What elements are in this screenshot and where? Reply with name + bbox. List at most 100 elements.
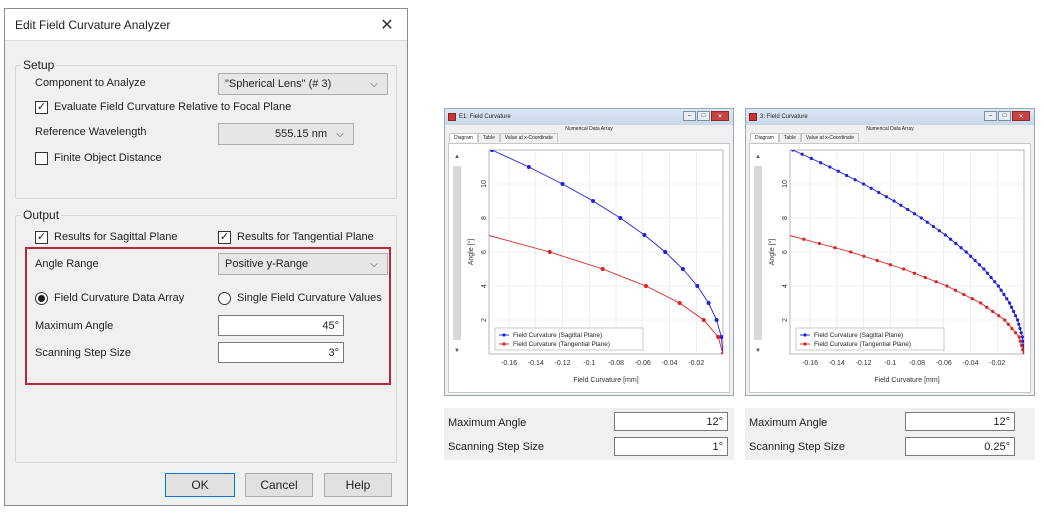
minimize-icon[interactable]: – (683, 111, 696, 121)
evaluate-focal-plane-row[interactable]: ✓ Evaluate Field Curvature Relative to F… (35, 98, 291, 116)
maximize-icon[interactable]: □ (697, 111, 710, 121)
sagittal-checkbox[interactable]: ✓ (35, 230, 48, 244)
angle-range-value: Positive y-Range (225, 258, 309, 270)
data-point (1019, 331, 1023, 335)
close-icon[interactable]: ✕ (711, 111, 729, 121)
sagittal-row[interactable]: ✓ Results for Sagittal Plane (35, 228, 178, 246)
step-size-label: Scanning Step Size (35, 347, 132, 359)
ref-wavelength-field[interactable]: 555.15 nm ⌵ (218, 123, 354, 145)
data-point (888, 263, 893, 267)
data-point (970, 297, 974, 301)
data-point (959, 246, 963, 250)
data-point (906, 207, 910, 212)
tangential-checkbox[interactable]: ✓ (218, 230, 231, 244)
evaluate-focal-plane-checkbox[interactable]: ✓ (35, 100, 48, 114)
data-point (982, 267, 986, 271)
x-tick-label: -0.14 (528, 360, 544, 367)
data-point (912, 212, 917, 216)
x-tick-label: -0.12 (856, 360, 872, 367)
ok-button[interactable]: OK (165, 473, 235, 497)
finite-object-row[interactable]: Finite Object Distance (35, 149, 162, 167)
radio-data-array[interactable] (35, 291, 48, 305)
data-point (892, 199, 896, 203)
tab-table[interactable]: Table (778, 133, 801, 142)
data-point (1011, 309, 1016, 314)
data-point (985, 271, 990, 275)
data-point (701, 318, 706, 322)
x-tick-label: -0.1 (884, 360, 896, 367)
step-size-input[interactable]: 3° (218, 342, 344, 363)
close-icon[interactable]: ✕ (1012, 111, 1030, 121)
finite-object-checkbox[interactable] (35, 151, 48, 165)
tangential-row[interactable]: ✓ Results for Tangential Plane (218, 228, 374, 246)
angle-range-select[interactable]: Positive y-Range ⌵ (218, 253, 388, 275)
evaluate-focal-plane-label: Evaluate Field Curvature Relative to Foc… (54, 101, 292, 113)
data-point (750, 225, 753, 228)
data-point (977, 263, 982, 267)
tab-diagram[interactable]: Diagram (449, 133, 478, 142)
x-tick-label: -0.16 (501, 360, 517, 367)
chart-window-1-titlebar: E1: Field Curvature – □ ✕ (445, 109, 733, 125)
data-point (999, 288, 1003, 292)
tab-value-at-x[interactable]: Value at x-Coordinate (800, 133, 859, 142)
data-point (1020, 335, 1024, 339)
data-point (973, 258, 977, 263)
y-tick-label: 8 (481, 216, 488, 220)
chart-2-step-input[interactable]: 0.25° (905, 437, 1015, 456)
data-point (802, 237, 806, 241)
data-point (1006, 322, 1010, 326)
help-button[interactable]: Help (324, 473, 392, 497)
angle-range-label: Angle Range (35, 258, 99, 270)
data-point (923, 275, 927, 280)
x-tick-label: -0.02 (989, 360, 1005, 367)
x-tick-label: -0.12 (555, 360, 571, 367)
radio-single-values[interactable] (218, 291, 231, 305)
data-point (1013, 331, 1018, 335)
numerical-data-array-label: Numerical Data Array (565, 126, 613, 132)
y-tick-label: 10 (782, 180, 789, 188)
legend-label: Field Curvature (Sagittal Plane) (513, 332, 602, 339)
data-point (828, 165, 832, 169)
tangential-label: Results for Tangential Plane (237, 231, 374, 243)
chart-window-1-tabs: Numerical Data Array Diagram Table Value… (445, 125, 733, 143)
chart-1-params: Maximum Angle 12° Scanning Step Size 1° (444, 408, 734, 460)
data-point (1017, 322, 1021, 326)
scroll-down-icon: ▼ (454, 348, 460, 354)
data-point (489, 150, 494, 152)
finite-object-label: Finite Object Distance (54, 152, 162, 164)
legend-marker (502, 333, 506, 337)
chart-1-max-angle-input[interactable]: 12° (614, 412, 728, 431)
data-point (791, 150, 795, 152)
data-point (948, 237, 953, 241)
radio-single-values-row[interactable]: Single Field Curvature Values (218, 289, 382, 307)
chart-1-step-input[interactable]: 1° (614, 437, 728, 456)
component-select[interactable]: "Spherical Lens" (# 3) ⌵ (218, 73, 388, 95)
chart-2-max-angle-input[interactable]: 12° (905, 412, 1015, 431)
data-point (677, 301, 682, 305)
tab-value-at-x[interactable]: Value at x-Coordinate (499, 133, 558, 142)
dialog-title: Edit Field Curvature Analyzer (15, 17, 171, 32)
maximize-icon[interactable]: □ (998, 111, 1011, 121)
setup-group-title: Setup (21, 58, 57, 72)
x-tick-label: -0.06 (936, 360, 952, 367)
data-point (1017, 335, 1021, 339)
data-point (934, 280, 938, 284)
cancel-button[interactable]: Cancel (245, 473, 313, 497)
chart-2-max-angle-label: Maximum Angle (749, 417, 828, 429)
plot-area-2: ▲ ▼ -0.16 -0.14 -0.12 -0.1 -0.08 -0.06 -0.04 -0.0… (749, 143, 1031, 393)
legend-marker (803, 333, 807, 337)
minimize-icon[interactable]: – (984, 111, 997, 121)
data-point (1009, 305, 1014, 309)
legend-marker (803, 342, 807, 346)
close-icon[interactable]: ✕ (377, 15, 397, 35)
chart-window-2-tabs: Numerical Data Array Diagram Table Value… (746, 125, 1034, 143)
legend-label: Field Curvature (Sagittal Plane) (814, 332, 903, 339)
max-angle-input[interactable]: 45° (218, 315, 344, 336)
data-point (993, 280, 997, 284)
component-select-value: "Spherical Lens" (# 3) (225, 78, 332, 90)
data-point (695, 284, 700, 288)
tab-table[interactable]: Table (477, 133, 500, 142)
tab-diagram[interactable]: Diagram (750, 133, 779, 142)
radio-data-array-row[interactable]: Field Curvature Data Array (35, 289, 184, 307)
data-point (969, 254, 973, 258)
